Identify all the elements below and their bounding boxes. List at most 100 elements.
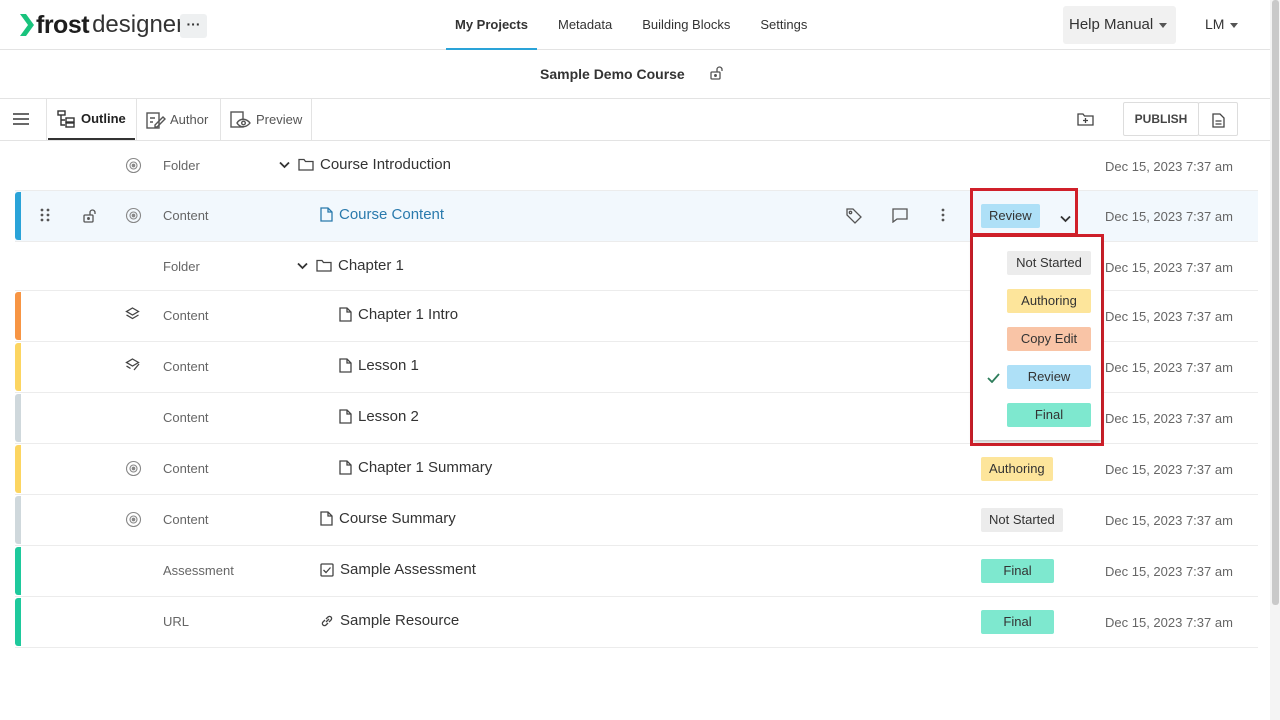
item-name[interactable]: Course Summary	[320, 510, 456, 527]
main-nav: My Projects Metadata Building Blocks Set…	[446, 0, 823, 50]
item-name-text: Course Introduction	[320, 156, 451, 173]
caret-down-icon	[1230, 22, 1239, 28]
divider	[46, 99, 47, 140]
document-icon	[1212, 113, 1225, 128]
item-name-text: Course Summary	[339, 510, 456, 527]
tab-preview-label: Preview	[256, 112, 303, 127]
item-name[interactable]: Lesson 2	[339, 408, 419, 425]
tab-outline[interactable]: Outline	[48, 99, 135, 140]
folder-icon	[316, 259, 332, 272]
item-name[interactable]: Chapter 1 Summary	[339, 459, 492, 476]
nav-metadata[interactable]: Metadata	[544, 0, 626, 50]
nav-my-projects[interactable]: My Projects	[446, 0, 537, 50]
item-name-text: Sample Assessment	[340, 561, 476, 578]
item-date: Dec 15, 2023 7:37 am	[1105, 260, 1233, 275]
gear-icon	[125, 511, 142, 533]
help-manual-button[interactable]: Help Manual	[1063, 6, 1176, 44]
layers-icon	[125, 307, 140, 327]
item-date: Dec 15, 2023 7:37 am	[1105, 513, 1233, 528]
drag-handle-icon[interactable]	[40, 208, 50, 227]
status-dropdown-panel: Not Started Authoring Copy Edit Review F…	[973, 237, 1101, 440]
list-item[interactable]: Content Course Summary Not Started Dec 1…	[15, 495, 1258, 546]
gear-icon	[125, 207, 142, 229]
tab-preview[interactable]: Preview	[221, 99, 311, 140]
comment-icon[interactable]	[892, 208, 908, 228]
status-badge[interactable]: Authoring	[981, 457, 1053, 481]
item-name[interactable]: Course Introduction	[279, 156, 451, 173]
outline-icon	[57, 109, 75, 128]
checkmark-icon	[987, 370, 1000, 388]
kebab-menu-icon[interactable]	[941, 208, 945, 227]
gear-icon	[125, 157, 142, 179]
item-type: URL	[163, 614, 190, 629]
link-icon	[320, 614, 334, 628]
item-name[interactable]: Sample Assessment	[320, 561, 476, 578]
status-option-review[interactable]: Review	[1007, 365, 1091, 389]
page-icon	[339, 460, 352, 475]
item-type: Folder	[163, 158, 200, 173]
menu-icon[interactable]	[13, 112, 29, 131]
item-name-text: Lesson 2	[358, 408, 419, 425]
tag-icon[interactable]	[846, 208, 862, 229]
page-icon	[339, 358, 352, 373]
author-edit-icon	[146, 111, 166, 129]
unlock-icon[interactable]	[709, 65, 725, 86]
preview-eye-icon	[230, 110, 251, 128]
status-option-copy-edit[interactable]: Copy Edit	[1007, 327, 1091, 351]
publish-button[interactable]: PUBLISH	[1123, 102, 1199, 136]
item-name-text: Sample Resource	[340, 612, 460, 629]
page-icon	[339, 307, 352, 322]
tab-author[interactable]: Author	[137, 99, 217, 140]
list-item[interactable]: Folder Course Introduction Dec 15, 2023 …	[15, 141, 1258, 191]
status-dropdown-menu: Not Started Authoring Copy Edit Review F…	[970, 234, 1104, 446]
status-option-not-started[interactable]: Not Started	[1007, 251, 1091, 275]
checkbox-icon	[320, 562, 334, 577]
course-title: Sample Demo Course	[540, 66, 685, 82]
user-initials: LM	[1205, 16, 1225, 32]
item-date: Dec 15, 2023 7:37 am	[1105, 360, 1233, 375]
user-menu-button[interactable]: LM	[1205, 16, 1239, 32]
list-item[interactable]: Assessment Sample Assessment Final Dec 1…	[15, 546, 1258, 597]
status-option-final[interactable]: Final	[1007, 403, 1091, 427]
export-document-button[interactable]	[1198, 102, 1238, 136]
status-color-bar	[15, 547, 21, 595]
unlock-icon[interactable]	[82, 208, 98, 229]
more-options-button[interactable]: ···	[180, 14, 207, 38]
list-item[interactable]: Content Chapter 1 Summary Authoring Dec …	[15, 444, 1258, 495]
tab-author-label: Author	[170, 112, 209, 127]
new-folder-icon[interactable]	[1077, 112, 1094, 131]
item-name[interactable]: Chapter 1	[297, 257, 404, 274]
item-name[interactable]: Chapter 1 Intro	[339, 306, 458, 323]
status-color-bar	[15, 496, 21, 544]
list-item[interactable]: URL Sample Resource Final Dec 15, 2023 7…	[15, 597, 1258, 648]
status-option-authoring[interactable]: Authoring	[1007, 289, 1091, 313]
folder-icon	[298, 158, 314, 171]
logo-text-frost: frost	[36, 10, 90, 39]
item-name[interactable]: Sample Resource	[320, 612, 459, 629]
item-name-text: Chapter 1 Intro	[358, 306, 459, 323]
item-name[interactable]: Lesson 1	[339, 357, 419, 374]
frost-designer-logo[interactable]: frost designer	[20, 10, 184, 40]
item-date: Dec 15, 2023 7:37 am	[1105, 309, 1233, 324]
status-badge[interactable]: Not Started	[981, 508, 1063, 532]
item-date: Dec 15, 2023 7:37 am	[1105, 564, 1233, 579]
page-icon	[339, 409, 352, 424]
help-manual-label: Help Manual	[1069, 16, 1154, 33]
page-icon	[320, 207, 333, 222]
outline-toolbar: Outline Author Preview PUBLISH	[0, 99, 1270, 141]
item-name[interactable]: Course Content	[320, 206, 444, 223]
item-type: Content	[163, 308, 209, 323]
status-badge[interactable]: Final	[981, 559, 1054, 583]
scrollbar-thumb[interactable]	[1272, 0, 1279, 605]
status-color-bar	[15, 343, 21, 391]
nav-settings[interactable]: Settings	[746, 0, 821, 50]
item-name-text: Chapter 1 Summary	[358, 459, 493, 476]
nav-building-blocks[interactable]: Building Blocks	[628, 0, 744, 50]
item-name-text: Lesson 1	[358, 357, 419, 374]
logo-text-designer: designer	[92, 11, 185, 38]
chevron-down-icon[interactable]	[279, 161, 290, 169]
item-type: Assessment	[163, 563, 234, 578]
chevron-down-icon[interactable]	[297, 262, 308, 270]
status-badge[interactable]: Final	[981, 610, 1054, 634]
chevron-down-icon[interactable]	[1060, 210, 1071, 228]
